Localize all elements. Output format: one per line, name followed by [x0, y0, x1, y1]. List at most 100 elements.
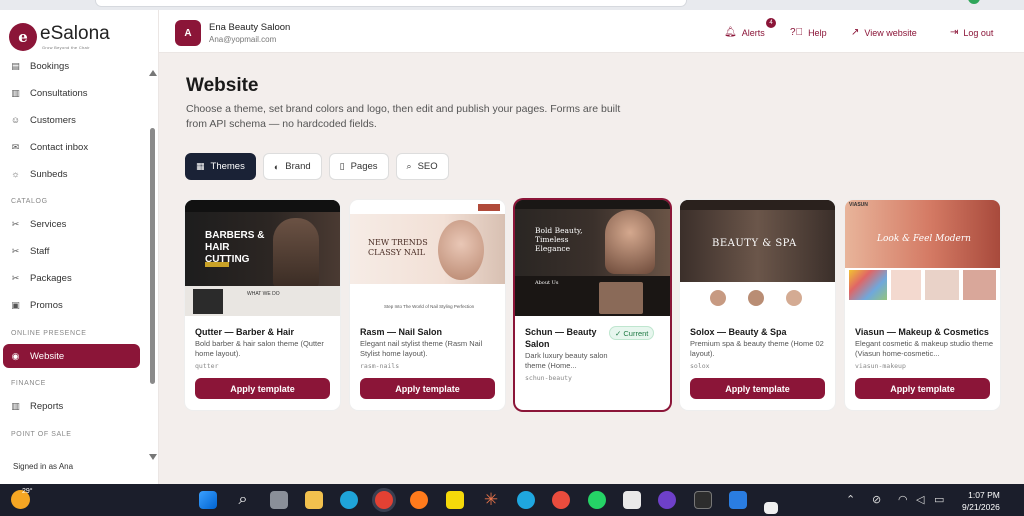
scroll-down-icon[interactable] [149, 454, 157, 460]
sidebar-item-packages[interactable]: ✂ Packages [3, 266, 140, 290]
template-card-rasm[interactable]: NEW TRENDS CLASSY NAIL Step Into The Wor… [350, 200, 505, 410]
sidebar-item-label: Staff [30, 245, 50, 257]
tab-brand[interactable]: ◐ Brand [262, 153, 322, 180]
check-icon: ✓ [615, 328, 624, 338]
template-card-viasun[interactable]: VIASUN Look & Feel Modern Viasun — Makeu… [845, 200, 1000, 410]
sidebar-item-label: Consultations [30, 87, 88, 99]
template-card-qutter[interactable]: BARBERS & HAIR CUTTING WHAT WE DO Qutter… [185, 200, 340, 410]
template-slug: schun-beauty [525, 374, 572, 382]
tab-themes[interactable]: ▦ Themes [185, 153, 256, 180]
github-icon[interactable] [658, 491, 676, 509]
bar-chart-icon: ▥ [11, 400, 20, 411]
wifi-icon[interactable]: ◠ [898, 493, 908, 506]
scissors-icon: ✂ [11, 218, 20, 229]
sidebar-item-label: Customers [30, 114, 76, 126]
clock-date: 9/21/2026 [962, 502, 1000, 512]
template-title: Rasm — Nail Salon [360, 327, 443, 337]
task-view-icon[interactable] [270, 491, 288, 509]
chrome-icon[interactable] [375, 491, 393, 509]
tab-label: Themes [210, 161, 245, 172]
file-explorer-icon[interactable] [305, 491, 323, 509]
sidebar-item-customers[interactable]: ☺ Customers [3, 108, 140, 132]
profile-icon[interactable] [968, 0, 980, 4]
apply-template-button[interactable]: Apply template [360, 378, 495, 399]
alerts-button[interactable]: 🔔︎ Alerts [724, 27, 765, 38]
help-icon: ?⃝ [790, 27, 804, 38]
section-finance: FINANCE [11, 380, 46, 387]
template-slug: rasm-nails [360, 362, 400, 370]
tab-seo[interactable]: ⌕ SEO [395, 153, 449, 180]
weather-temp: 29° [22, 488, 33, 495]
app-icon-2[interactable] [729, 491, 747, 509]
app-icon-3[interactable] [764, 502, 778, 514]
template-card-solox[interactable]: BEAUTY & SPA Solox — Beauty & Spa Premiu… [680, 200, 835, 410]
sidebar-item-label: Bookings [30, 60, 70, 72]
avatar[interactable]: A [175, 20, 201, 46]
thumb-subtitle: WHAT WE DO [247, 291, 280, 297]
chevron-up-icon[interactable]: ⌃ [846, 493, 855, 506]
logo-mark-icon: e [9, 23, 37, 51]
thumb-subtitle: About Us [535, 280, 559, 286]
template-slug: viasun-makeup [855, 362, 906, 370]
app-icon[interactable] [517, 491, 535, 509]
sidebar-item-reports[interactable]: ▥ Reports [3, 394, 140, 418]
top-bar: A Ena Beauty Saloon Ana@yopmail.com 🔔︎ Al… [159, 10, 1024, 53]
apply-template-button[interactable]: Apply template [690, 378, 825, 399]
view-website-button[interactable]: ↗ View website [851, 27, 917, 38]
layout-icon: ▦ [196, 161, 205, 171]
alerts-label: Alerts [741, 27, 765, 38]
apply-template-button[interactable]: Apply template [855, 378, 990, 399]
alerts-badge: 4 [766, 18, 776, 28]
scroll-thumb[interactable] [150, 128, 155, 384]
thumb-brand: VIASUN [849, 202, 868, 208]
sidebar-item-staff[interactable]: ✂ Staff [3, 239, 140, 263]
claude-icon[interactable]: ✳ [482, 491, 500, 509]
sidebar-item-consultations[interactable]: ▥ Consultations [3, 81, 140, 105]
template-description: Elegant nail stylist theme (Rasm Nail St… [360, 339, 483, 358]
template-title: Qutter — Barber & Hair [195, 327, 295, 337]
sidebar-item-contact-inbox[interactable]: ✉ Contact inbox [3, 135, 140, 159]
logout-button[interactable]: ⇥ Log out [950, 27, 993, 38]
apply-template-button[interactable]: Apply template [195, 378, 330, 399]
template-preview: BARBERS & HAIR CUTTING WHAT WE DO [185, 200, 340, 316]
edge-icon[interactable] [340, 491, 358, 509]
clock[interactable]: 1:07 PM 9/21/2026 [962, 489, 1000, 513]
address-bar[interactable] [95, 0, 687, 7]
tab-label: Brand [285, 161, 311, 172]
sidebar-item-label: Services [30, 218, 67, 230]
volume-icon[interactable]: ◁ [916, 493, 924, 506]
logo[interactable]: e eSalona Grow Beyond the Chair [9, 23, 110, 51]
terminal-app-icon[interactable] [623, 491, 641, 509]
scroll-up-icon[interactable] [149, 70, 157, 76]
sidebar-scrollbar[interactable] [148, 70, 157, 462]
help-button[interactable]: ?⃝ Help [790, 27, 827, 38]
main-content: Website Choose a theme, set brand colors… [159, 54, 1024, 484]
thumb-headline: Bold Beauty, Timeless Elegance [535, 226, 583, 253]
chrome-beta-icon[interactable] [552, 491, 570, 509]
tab-pages[interactable]: ▯ Pages [328, 153, 389, 180]
search-icon[interactable]: ⌕ [234, 491, 252, 509]
network-off-icon[interactable]: ⊘ [872, 493, 881, 506]
template-preview: NEW TRENDS CLASSY NAIL Step Into The Wor… [350, 200, 505, 316]
start-icon[interactable] [199, 491, 217, 509]
template-card-schun[interactable]: Bold Beauty, Timeless Elegance About Us … [515, 200, 670, 410]
globe-icon: ◉ [11, 350, 20, 361]
thumb-headline: BARBERS & HAIR CUTTING [205, 230, 265, 265]
sidebar-item-sunbeds[interactable]: ☼ Sunbeds [3, 162, 140, 186]
battery-icon[interactable]: ▭ [934, 493, 944, 506]
sidebar-item-bookings[interactable]: ▤ Bookings [3, 54, 140, 78]
command-prompt-icon[interactable] [694, 491, 712, 509]
sticky-notes-icon[interactable] [446, 491, 464, 509]
org-name: Ena Beauty Saloon [209, 22, 291, 33]
sidebar-item-services[interactable]: ✂ Services [3, 212, 140, 236]
view-website-label: View website [864, 27, 917, 38]
section-point-of-sale: POINT OF SALE [11, 431, 72, 438]
sidebar-item-promos[interactable]: ▣ Promos [3, 293, 140, 317]
thumb-headline: NEW TRENDS CLASSY NAIL [368, 238, 428, 257]
sidebar-item-label: Promos [30, 299, 63, 311]
sidebar-item-website[interactable]: ◉ Website [3, 344, 140, 368]
firefox-icon[interactable] [410, 491, 428, 509]
calendar-icon: ▤ [11, 60, 20, 71]
whatsapp-icon[interactable] [588, 491, 606, 509]
package-icon: ✂ [11, 272, 20, 283]
